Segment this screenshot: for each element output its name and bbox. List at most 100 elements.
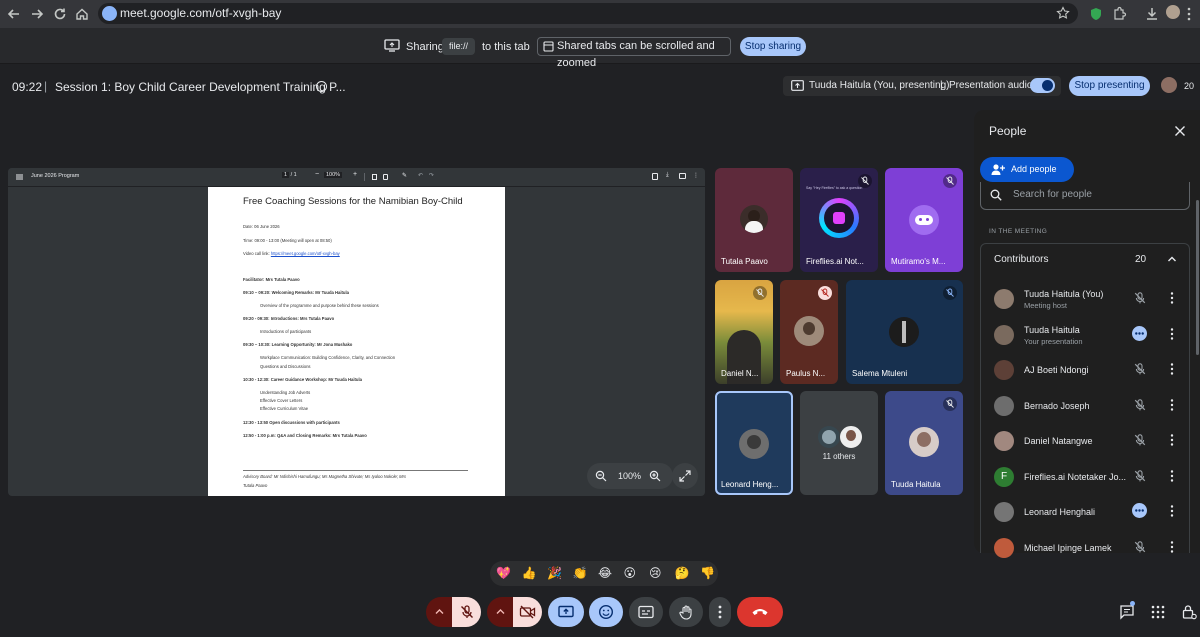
address-bar[interactable]: meet.google.com/otf-xvgh-bay — [98, 3, 1078, 24]
more-vert-icon[interactable] — [1165, 362, 1179, 376]
pdf-more-icon[interactable]: ⋮ — [693, 172, 699, 179]
raise-hand-button[interactable] — [669, 597, 703, 627]
microphone-toggle-button[interactable] — [452, 597, 481, 627]
participant-row[interactable]: AJ Boeti Ndongi — [981, 352, 1191, 387]
back-arrow-icon[interactable] — [6, 6, 22, 22]
leave-call-button[interactable] — [737, 597, 783, 627]
mic-off-icon[interactable] — [1133, 291, 1147, 305]
reaction-emoji[interactable]: 😢 — [649, 565, 662, 581]
stop-presenting-button[interactable]: Stop presenting — [1069, 76, 1150, 96]
more-options-button[interactable] — [709, 597, 731, 627]
extensions-puzzle-icon[interactable] — [1111, 6, 1127, 22]
present-screen-button[interactable] — [548, 597, 584, 627]
zoom-in-icon[interactable] — [649, 470, 661, 482]
reaction-emoji[interactable]: 🎉 — [547, 565, 562, 581]
participant-tile-active-speaker[interactable]: Leonard Heng... — [715, 391, 793, 495]
doc-video-link[interactable]: https://meet.google.com/otf-xvgh-bay — [271, 251, 340, 256]
participant-row[interactable]: Bernado Joseph — [981, 388, 1191, 423]
participant-tile[interactable]: Say "Hey Fireflies" to ask a question Fi… — [800, 168, 878, 272]
participant-row[interactable]: Tuuda Haitula (You) Meeting host — [981, 281, 1191, 316]
tile-name: Leonard Heng... — [721, 480, 779, 489]
shield-extension-icon[interactable] — [1088, 6, 1104, 22]
fullscreen-button[interactable] — [672, 463, 698, 489]
more-vert-icon[interactable] — [1165, 291, 1179, 305]
pdf-fit-icon[interactable] — [372, 174, 377, 180]
zoom-out-icon[interactable] — [595, 470, 607, 482]
more-vert-icon[interactable] — [1165, 540, 1179, 554]
pdf-undo-icon[interactable]: ↶ — [418, 172, 423, 179]
reactions-button[interactable] — [589, 597, 623, 627]
close-icon[interactable] — [1173, 124, 1187, 138]
camera-options-button[interactable] — [487, 597, 514, 627]
pdf-rotate-icon[interactable] — [383, 174, 388, 180]
participant-count[interactable]: 20 — [1184, 81, 1194, 91]
mic-off-icon[interactable] — [1133, 540, 1147, 554]
participant-tile[interactable]: Tuuda Haitula — [885, 391, 963, 495]
more-vert-icon[interactable] — [1165, 398, 1179, 412]
download-icon[interactable] — [1144, 6, 1160, 22]
stop-sharing-button[interactable]: Stop sharing — [740, 37, 806, 56]
presenting-label: Tuuda Haitula (You, presenting) — [809, 80, 950, 91]
site-info-icon[interactable] — [102, 6, 117, 21]
reaction-emoji[interactable]: 👍 — [522, 565, 537, 581]
more-vert-icon[interactable] — [1165, 433, 1179, 447]
pdf-save-icon[interactable] — [652, 173, 658, 180]
participant-row[interactable]: Daniel Natangwe — [981, 423, 1191, 458]
mic-off-icon[interactable] — [1133, 469, 1147, 483]
presentation-audio-toggle[interactable] — [1030, 78, 1055, 93]
meeting-info-icon[interactable] — [316, 81, 327, 92]
reaction-emoji[interactable]: 😮 — [624, 565, 637, 581]
participant-row[interactable]: Tuuda Haitula Your presentation — [981, 317, 1191, 352]
others-tile[interactable]: 11 others — [800, 391, 878, 495]
home-icon[interactable] — [74, 6, 90, 22]
reaction-emoji[interactable]: 👎 — [700, 565, 715, 581]
search-people-input[interactable]: Search for people — [980, 182, 1190, 210]
participant-row[interactable]: F Fireflies.ai Notetaker Jo... — [981, 459, 1191, 494]
reaction-emoji[interactable]: 😂 — [598, 565, 612, 581]
pdf-download-icon[interactable]: ⤓ — [666, 172, 669, 179]
reaction-emoji[interactable]: 👏 — [573, 565, 588, 581]
pdf-draw-icon[interactable]: ✎ — [402, 172, 407, 179]
more-vert-icon[interactable] — [1165, 469, 1179, 483]
mic-off-icon[interactable] — [1133, 433, 1147, 447]
camera-toggle-button[interactable] — [513, 597, 542, 627]
people-scrollbar[interactable] — [1196, 200, 1199, 355]
participant-avatar-stack[interactable] — [1160, 76, 1178, 94]
activities-grid-icon[interactable] — [1151, 605, 1165, 619]
participant-tile[interactable]: Salema Mtuleni — [846, 280, 963, 384]
more-vert-icon[interactable] — [1165, 327, 1179, 341]
shared-presentation[interactable]: June 2026 Program 1 / 1 − 100% + ✎ ↶ ↷ ⤓… — [8, 168, 705, 496]
tile-name: Daniel N... — [721, 369, 759, 378]
reaction-emoji[interactable]: 💖 — [496, 565, 511, 581]
more-vert-icon[interactable] — [1165, 504, 1179, 518]
mic-options-button[interactable] — [426, 597, 453, 627]
mic-off-icon[interactable] — [1133, 362, 1147, 376]
host-controls-lock-icon[interactable] — [1181, 604, 1197, 620]
participant-name: Tuuda Haitula (You) — [1024, 289, 1104, 299]
pdf-zoom-level[interactable]: 100% — [324, 172, 343, 178]
add-people-button[interactable]: Add people — [980, 157, 1074, 182]
doc-session-4: 10:30 - 12:30: Career Guidance Workshop:… — [243, 377, 362, 382]
pdf-zoom-out-icon[interactable]: − — [315, 171, 319, 178]
participant-tile[interactable]: Daniel N... — [715, 280, 773, 384]
bookmark-star-icon[interactable] — [1056, 6, 1070, 20]
forward-arrow-icon[interactable] — [29, 6, 45, 22]
reload-icon[interactable] — [52, 6, 68, 22]
participant-row[interactable]: Leonard Henghali — [981, 494, 1191, 529]
mic-off-icon[interactable] — [1133, 398, 1147, 412]
pdf-print-icon[interactable] — [679, 173, 686, 179]
participant-tile[interactable]: Paulus N... — [780, 280, 838, 384]
participant-tile[interactable]: Mutiramo's M... — [885, 168, 963, 272]
menu-kebab-icon[interactable] — [1186, 6, 1200, 22]
chat-icon[interactable] — [1119, 604, 1135, 620]
profile-avatar[interactable] — [1166, 5, 1180, 19]
pdf-page-current[interactable]: 1 — [282, 172, 290, 178]
captions-button[interactable] — [629, 597, 663, 627]
chevron-up-icon[interactable] — [1167, 255, 1177, 263]
pdf-menu-icon[interactable] — [16, 174, 23, 180]
pdf-redo-icon[interactable]: ↷ — [429, 172, 434, 179]
pdf-zoom-in-icon[interactable]: + — [353, 171, 357, 178]
reaction-emoji[interactable]: 🤔 — [675, 565, 690, 581]
participant-tile[interactable]: Tutala Paavo — [715, 168, 793, 272]
participant-row[interactable]: Michael Ipinge Lamek — [981, 530, 1191, 565]
